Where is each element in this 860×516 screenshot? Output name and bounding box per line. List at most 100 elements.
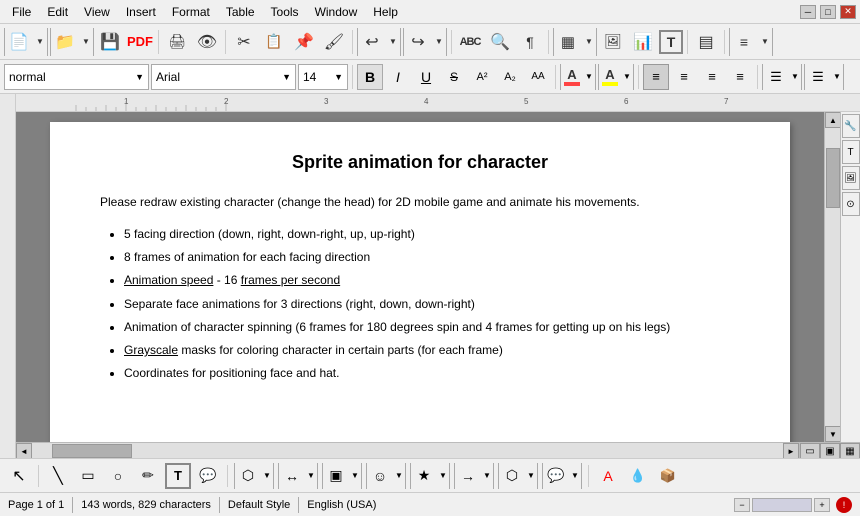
redo-dropdown[interactable]: ▼	[432, 28, 446, 56]
nonprinting-button[interactable]: ¶	[516, 28, 544, 56]
polygon-dropdown[interactable]: ▼	[261, 463, 273, 489]
align-center-button[interactable]: ≡	[671, 64, 697, 90]
zoom-in-button[interactable]: +	[814, 498, 830, 512]
arrows-dropdown[interactable]: ▼	[481, 463, 493, 489]
uppercase-button[interactable]: AA	[525, 64, 551, 90]
superscript-button[interactable]: A²	[469, 64, 495, 90]
paste-button[interactable]: 📌	[290, 28, 318, 56]
align-left-button[interactable]: ≡	[643, 64, 669, 90]
connector-dropdown[interactable]: ▼	[305, 463, 317, 489]
align-right-button[interactable]: ≡	[699, 64, 725, 90]
menu-window[interactable]: Window	[307, 3, 366, 21]
font-color-button[interactable]: A	[561, 64, 583, 90]
highlight-dropdown[interactable]: ▼	[621, 64, 633, 90]
scroll-left-button[interactable]: ◄	[16, 443, 32, 458]
ordered-list-button[interactable]: ☰	[805, 64, 831, 90]
copy-button[interactable]: 📋	[260, 28, 288, 56]
scroll-up-button[interactable]: ▲	[825, 112, 841, 128]
scroll-thumb[interactable]	[826, 148, 840, 208]
font-color-dropdown[interactable]: ▼	[583, 64, 595, 90]
textbox-button[interactable]: T	[659, 30, 683, 54]
scroll-down-button[interactable]: ▼	[825, 426, 841, 442]
menu-tools[interactable]: Tools	[263, 3, 307, 21]
arrows-tool[interactable]: →	[455, 463, 481, 489]
flowchart-dropdown[interactable]: ▼	[525, 463, 537, 489]
notification-icon[interactable]: !	[836, 497, 852, 513]
table-button[interactable]: ▦	[554, 28, 582, 56]
cut-button[interactable]: ✂	[230, 28, 258, 56]
menu-table[interactable]: Table	[218, 3, 263, 21]
new-button[interactable]: 📄	[5, 28, 33, 56]
symbol-tool[interactable]: ☺	[367, 463, 393, 489]
bold-button[interactable]: B	[357, 64, 383, 90]
minimize-button[interactable]: ─	[800, 5, 816, 19]
font-color-draw-button[interactable]: A	[595, 463, 621, 489]
bullet-list-button[interactable]: ☰	[763, 64, 789, 90]
h-scroll-thumb[interactable]	[52, 444, 132, 458]
maximize-button[interactable]: □	[820, 5, 836, 19]
list-dropdown2[interactable]: ▼	[789, 64, 801, 90]
chart-button[interactable]: 📊	[629, 28, 657, 56]
open-dropdown[interactable]: ▼	[79, 28, 93, 56]
new-dropdown[interactable]: ▼	[33, 28, 47, 56]
select-tool[interactable]: ↖	[6, 463, 32, 489]
subscript-button[interactable]: A₂	[497, 64, 523, 90]
document-scroll[interactable]: Sprite animation for character Please re…	[16, 112, 824, 442]
redo-button[interactable]: ↪	[404, 28, 432, 56]
menu-file[interactable]: File	[4, 3, 39, 21]
zoom-slider[interactable]	[752, 498, 812, 512]
freeform-tool[interactable]: ✏	[135, 463, 161, 489]
sidebar-properties-button[interactable]: 🔧	[842, 114, 860, 138]
frame-button[interactable]: ▤	[692, 28, 720, 56]
table-dropdown[interactable]: ▼	[582, 28, 596, 56]
h-scroll-track[interactable]	[32, 443, 783, 458]
stars-dropdown[interactable]: ▼	[437, 463, 449, 489]
undo-button[interactable]: ↩	[358, 28, 386, 56]
sidebar-styles-button[interactable]: T	[842, 140, 860, 164]
spellcheck-button[interactable]: ABC	[456, 28, 484, 56]
print-button[interactable]: 🖨	[163, 28, 191, 56]
menu-view[interactable]: View	[76, 3, 118, 21]
multi-page-button[interactable]: ▣	[820, 443, 840, 458]
close-button[interactable]: ✕	[840, 5, 856, 19]
line-tool[interactable]: ╲	[45, 463, 71, 489]
sidebar-gallery-button[interactable]: 🖼	[842, 166, 860, 190]
find-button[interactable]: 🔍	[486, 28, 514, 56]
style-select[interactable]: normal ▼	[4, 64, 149, 90]
italic-button[interactable]: I	[385, 64, 411, 90]
rectangle-tool[interactable]: ▭	[75, 463, 101, 489]
pdf-button[interactable]: PDF	[126, 28, 154, 56]
symbol-dropdown[interactable]: ▼	[393, 463, 405, 489]
underline-button[interactable]: U	[413, 64, 439, 90]
scroll-right-button[interactable]: ►	[783, 443, 799, 458]
image-button[interactable]: 🖼	[599, 28, 627, 56]
basic-shapes-dropdown[interactable]: ▼	[349, 463, 361, 489]
undo-dropdown[interactable]: ▼	[386, 28, 400, 56]
scroll-track[interactable]	[825, 128, 840, 426]
book-view-button[interactable]: ▦	[840, 443, 860, 458]
sidebar-navigator-button[interactable]: ⊙	[842, 192, 860, 216]
menu-format[interactable]: Format	[164, 3, 218, 21]
list-dropdown[interactable]: ▼	[758, 28, 772, 56]
zoom-out-button[interactable]: −	[734, 498, 750, 512]
preview-button[interactable]: 👁	[193, 28, 221, 56]
stars-tool[interactable]: ★	[411, 463, 437, 489]
flowchart-tool[interactable]: ⬡	[499, 463, 525, 489]
ordered-list-dropdown[interactable]: ▼	[831, 64, 843, 90]
callouts-dropdown[interactable]: ▼	[569, 463, 581, 489]
callout-tool[interactable]: 💬	[195, 463, 221, 489]
align-justify-button[interactable]: ≡	[727, 64, 753, 90]
callouts-tool[interactable]: 💬	[543, 463, 569, 489]
shadow-button[interactable]: 💧	[625, 463, 651, 489]
polygon-tool[interactable]: ⬡	[235, 463, 261, 489]
ellipse-tool[interactable]: ○	[105, 463, 131, 489]
strikethrough-button[interactable]: S	[441, 64, 467, 90]
font-size-select[interactable]: 14 ▼	[298, 64, 348, 90]
3d-button[interactable]: 📦	[655, 463, 681, 489]
text-tool[interactable]: T	[165, 463, 191, 489]
menu-edit[interactable]: Edit	[39, 3, 76, 21]
format-paint-button[interactable]: 🖌	[320, 28, 348, 56]
menu-insert[interactable]: Insert	[118, 3, 164, 21]
menu-help[interactable]: Help	[365, 3, 406, 21]
basic-shapes-tool[interactable]: ▣	[323, 463, 349, 489]
